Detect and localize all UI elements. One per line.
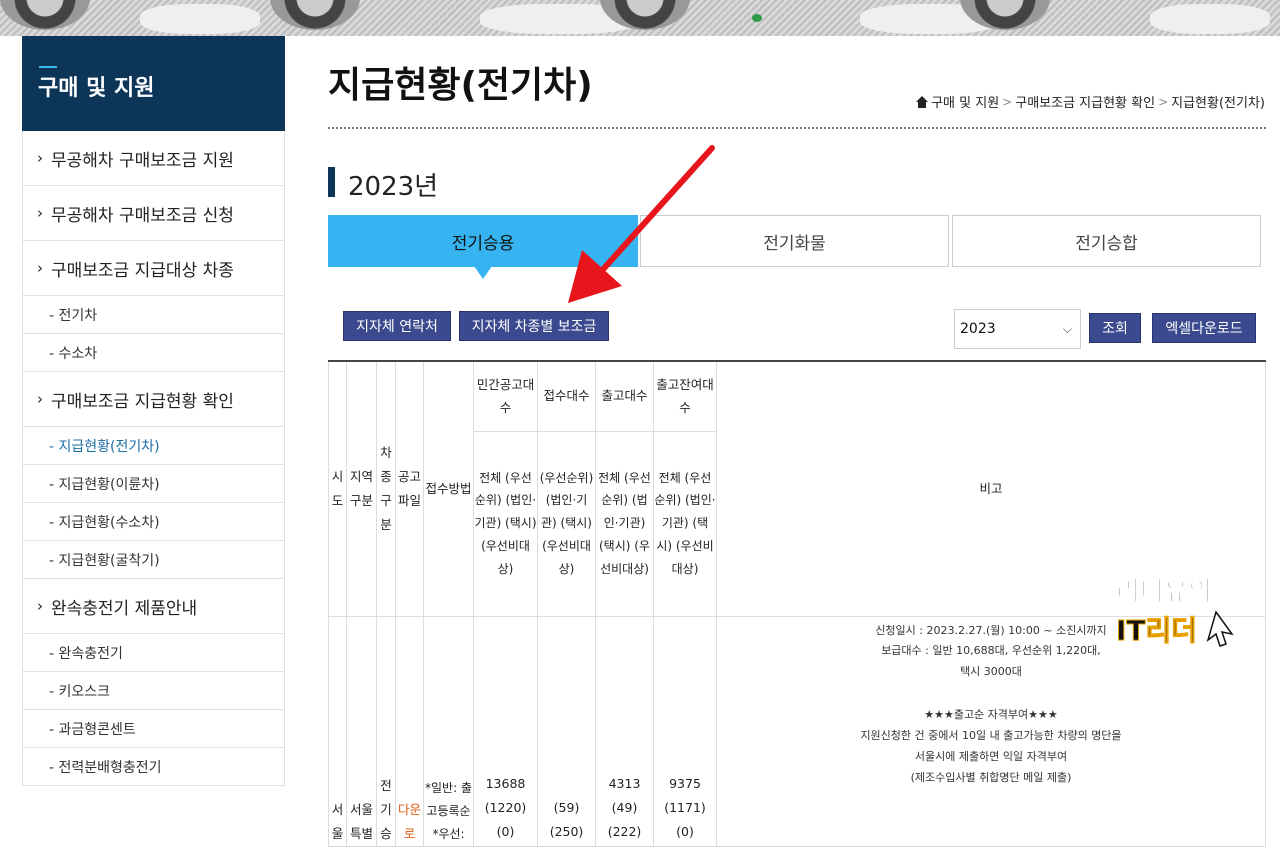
year-heading: 2023년 <box>348 172 439 202</box>
chevron-right-icon: › <box>37 204 43 222</box>
col-header-file: 공고파일 <box>395 360 424 617</box>
sidebar-item[interactable]: › 무공해차 구매보조금 신청 <box>22 186 285 241</box>
cell-received: (59) (250) <box>537 615 596 847</box>
cell-sido: 서울 <box>328 615 347 847</box>
chevron-right-icon: › <box>37 597 43 615</box>
sidebar-subitem[interactable]: - 지급현황(이륜차) <box>22 465 285 503</box>
col-subheader: 전체 (우선순위) (법인·기관) (택시) (우선비대상) <box>473 430 538 617</box>
col-header-region: 지역구분 <box>346 360 377 617</box>
cell-region: 서울특별 <box>346 615 377 847</box>
col-header-received: 접수대수 <box>537 360 596 432</box>
cell-released: 4313 (49) (222) <box>595 615 654 847</box>
col-subheader: 전체 (우선순위) (법인·기관) (택시) (우선비대상) <box>653 430 717 617</box>
sidebar-subitem[interactable]: - 전력분배형충전기 <box>22 748 285 786</box>
search-button[interactable]: 조회 <box>1089 313 1141 343</box>
year-select-value: 2023 <box>960 321 996 337</box>
cursor-icon <box>1206 610 1234 647</box>
watermark-logo: 리더유의 IT리더 <box>1116 577 1234 648</box>
cell-remaining: 9375 (1171) (0) <box>653 615 717 847</box>
chevron-down-icon: ⌵ <box>1062 322 1072 336</box>
col-subheader: 전체 (우선순위) (법인·기관) (택시) (우선비대상) <box>595 430 654 617</box>
subsidy-by-model-button[interactable]: 지자체 차종별 보조금 <box>459 311 609 341</box>
col-subheader: (우선순위) (법인·기관) (택시) (우선비대상) <box>537 430 596 617</box>
chevron-right-icon: › <box>37 259 43 277</box>
cell-private-notice: 13688 (1220) (0) <box>473 615 538 847</box>
sidebar-subitem[interactable]: - 전기차 <box>22 296 285 334</box>
col-header-car-type: 차종구분 <box>376 360 396 617</box>
sidebar-item[interactable]: › 구매보조금 지급현황 확인 <box>22 372 285 427</box>
local-gov-contacts-button[interactable]: 지자체 연락처 <box>343 311 451 341</box>
home-icon[interactable] <box>916 95 929 108</box>
sidebar-subitem[interactable]: - 지급현황(수소차) <box>22 503 285 541</box>
col-header-sido: 시도 <box>328 360 347 617</box>
divider <box>328 127 1266 129</box>
breadcrumb-item[interactable]: 구매보조금 지급현황 확인 <box>1015 92 1155 111</box>
watermark-line1: 리더유의 <box>1116 577 1212 607</box>
breadcrumb: 구매 및 지원 > 구매보조금 지급현황 확인 > 지급현황(전기차) <box>916 92 1265 111</box>
sidebar-item[interactable]: › 무공해차 구매보조금 지원 <box>22 131 285 186</box>
cell-car-type: 전기승 <box>376 615 396 847</box>
col-header-remaining: 출고잔여대수 <box>653 360 717 432</box>
sidebar-subitem[interactable]: - 완속충전기 <box>22 634 285 672</box>
chevron-right-icon: › <box>37 390 43 408</box>
sidebar-item[interactable]: › 완속충전기 제품안내 <box>22 579 285 634</box>
col-header-method: 접수방법 <box>423 360 474 617</box>
page-title: 지급현황(전기차) <box>328 65 593 106</box>
sidebar-subitem[interactable]: - 과금형콘센트 <box>22 710 285 748</box>
breadcrumb-current: 지급현황(전기차) <box>1171 96 1265 111</box>
sidebar-item[interactable]: › 구매보조금 지급대상 차종 <box>22 241 285 296</box>
sidebar-header: 구매 및 지원 <box>22 36 285 131</box>
col-header-private-notice: 민간공고대수 <box>473 360 538 432</box>
col-header-released: 출고대수 <box>595 360 654 432</box>
header-banner-image <box>0 0 1280 36</box>
chevron-right-icon: › <box>37 149 43 167</box>
excel-download-button[interactable]: 엑셀다운로드 <box>1152 313 1256 343</box>
breadcrumb-item[interactable]: 구매 및 지원 <box>931 92 999 111</box>
tab-ev-bus[interactable]: 전기승합 <box>952 215 1261 267</box>
sidebar-subitem[interactable]: - 지급현황(굴착기) <box>22 541 285 579</box>
sidebar-subitem-active[interactable]: - 지급현황(전기차) <box>22 427 285 465</box>
cell-method: *일반: 출고등록순 *우선: <box>423 615 474 847</box>
watermark-line2: IT리더 <box>1116 614 1197 647</box>
sidebar-subitem[interactable]: - 키오스크 <box>22 672 285 710</box>
cell-download-link[interactable]: 다운로 <box>395 615 424 847</box>
sidebar-subitem[interactable]: - 수소차 <box>22 334 285 372</box>
sidebar-title: 구매 및 지원 <box>38 76 155 101</box>
title-accent <box>39 66 57 68</box>
chevron-right-icon: > <box>1158 94 1169 109</box>
year-accent <box>328 167 335 197</box>
red-arrow-annotation <box>568 145 715 303</box>
year-select[interactable]: 2023 ⌵ <box>954 309 1081 349</box>
sidebar-menu: › 무공해차 구매보조금 지원 › 무공해차 구매보조금 신청 › 구매보조금 지급대… <box>22 131 285 786</box>
chevron-right-icon: > <box>1002 94 1013 109</box>
